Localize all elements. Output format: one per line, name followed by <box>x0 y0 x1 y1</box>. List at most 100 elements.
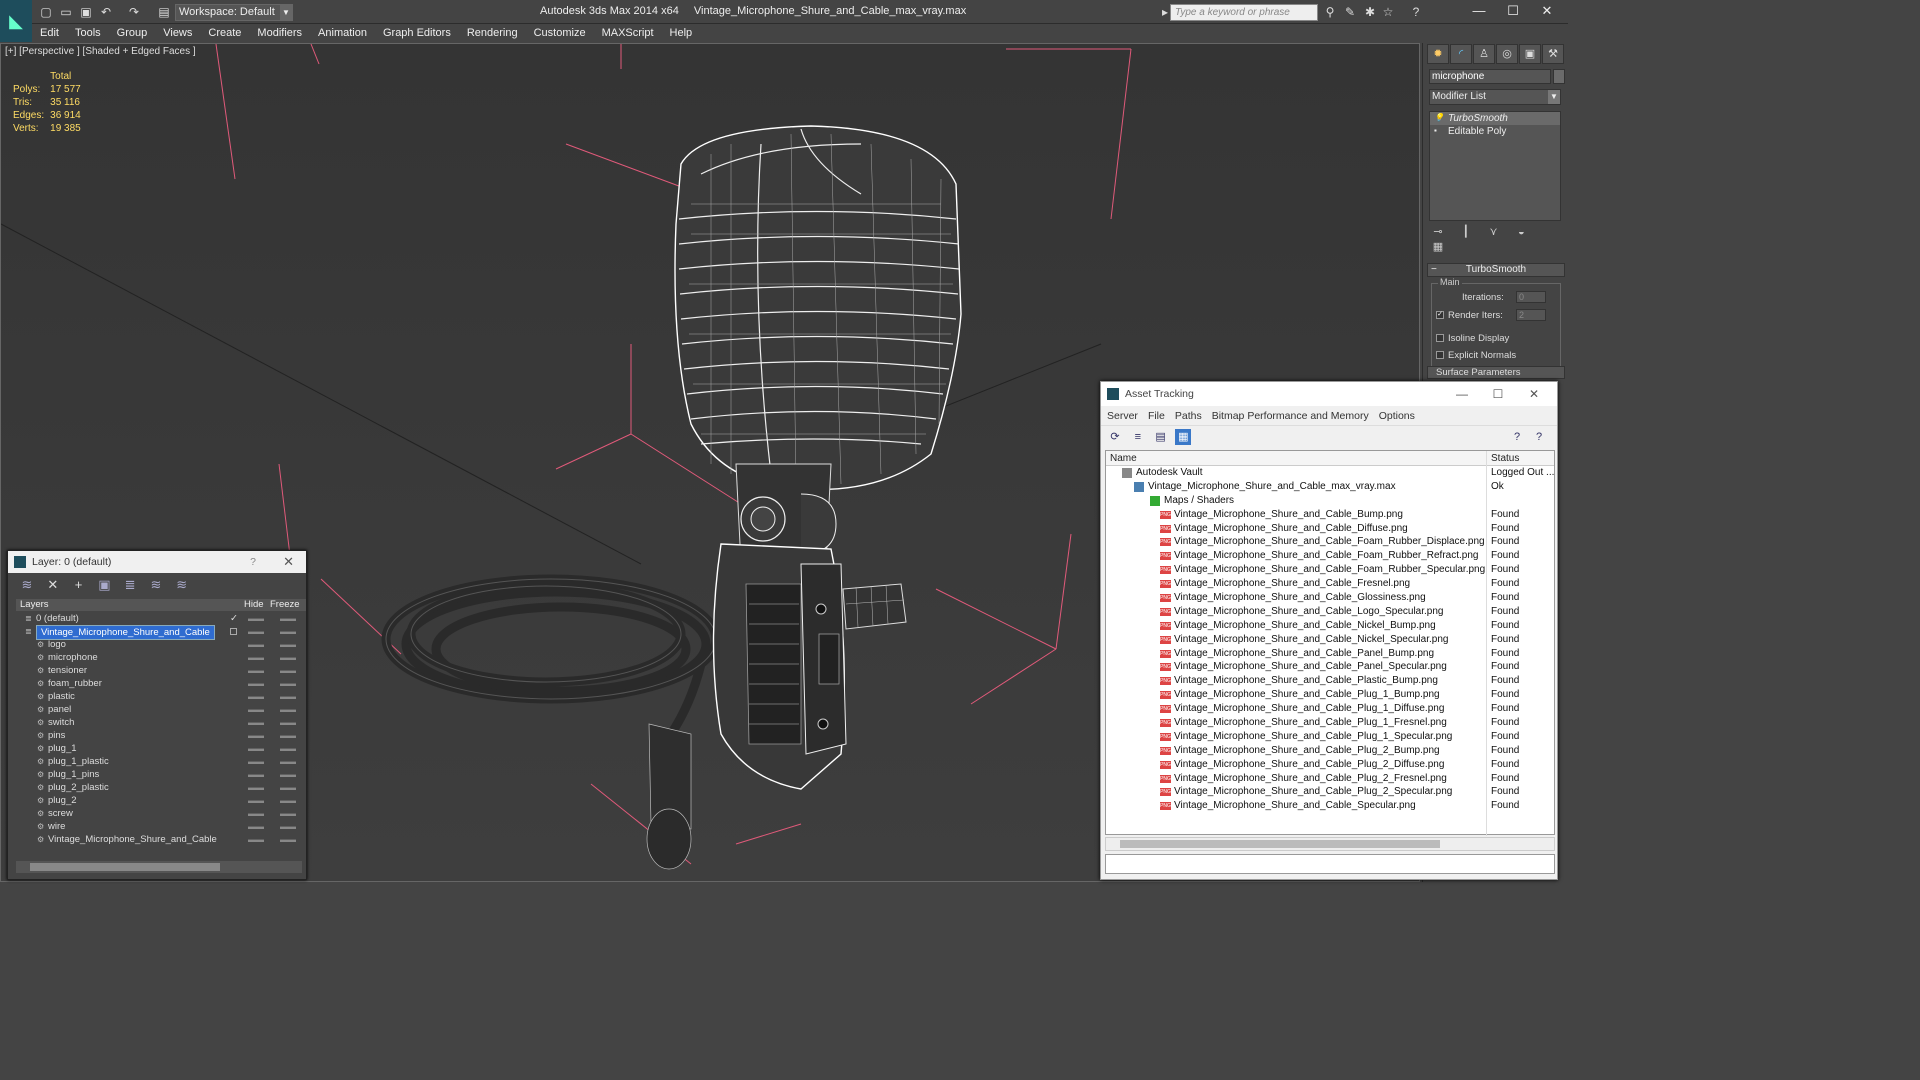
layer-row-name[interactable]: plug_2_plastic <box>48 781 109 794</box>
add-selection-icon[interactable]: ▣ <box>95 577 113 593</box>
layer-row[interactable]: ⚙ plastic ▬▬ ▬▬ <box>16 690 306 703</box>
asset-row[interactable]: Vintage_Microphone_Shure_and_Cable_max_v… <box>1106 480 1554 494</box>
modifier-list-dropdown[interactable]: Modifier List ▼ <box>1429 89 1561 105</box>
layer-row[interactable]: ⚙ logo ▬▬ ▬▬ <box>16 638 306 651</box>
asset-row[interactable]: PNG Vintage_Microphone_Shure_and_Cable_Pl… <box>1106 744 1554 758</box>
asset-row[interactable]: PNG Vintage_Microphone_Shure_and_Cable_Fo… <box>1106 549 1554 563</box>
asset-row[interactable]: PNG Vintage_Microphone_Shure_and_Cable_Pl… <box>1106 674 1554 688</box>
hide-toggle-icon[interactable]: ▬▬ <box>248 742 264 755</box>
show-end-result-icon[interactable]: ┃ <box>1457 225 1475 239</box>
menu-maxscript[interactable]: MAXScript <box>594 25 662 41</box>
hide-toggle-icon[interactable]: ▬▬ <box>248 716 264 729</box>
layer-row[interactable]: ⚙ pins ▬▬ ▬▬ <box>16 729 306 742</box>
remove-modifier-icon[interactable]: ◒ <box>1512 226 1530 240</box>
hide-column-header[interactable]: Hide <box>244 599 264 611</box>
layer-row[interactable]: ≣ Vintage_Microphone_Shure_and_Cable ▬▬ ▬▬ <box>16 625 306 640</box>
menu-create[interactable]: Create <box>200 25 249 41</box>
motion-tab-icon[interactable]: ◎ <box>1496 44 1518 64</box>
layer-row-name[interactable]: screw <box>48 807 73 820</box>
modify-tab-icon[interactable]: ◜ <box>1450 44 1472 64</box>
asset-row[interactable]: PNG Vintage_Microphone_Shure_and_Cable_Pl… <box>1106 785 1554 799</box>
asset-row[interactable]: PNG Vintage_Microphone_Shure_and_Cable_Fo… <box>1106 563 1554 577</box>
layer-row[interactable]: ⚙ foam_rubber ▬▬ ▬▬ <box>16 677 306 690</box>
object-color-swatch[interactable] <box>1553 69 1565 84</box>
rollout-header[interactable]: − TurboSmooth <box>1427 263 1565 277</box>
asset-row[interactable]: PNG Vintage_Microphone_Shure_and_Cable_Pl… <box>1106 772 1554 786</box>
layer-row[interactable]: ⚙ panel ▬▬ ▬▬ <box>16 703 306 716</box>
hide-toggle-icon[interactable]: ▬▬ <box>248 664 264 677</box>
layer-row[interactable]: ⚙ plug_1 ▬▬ ▬▬ <box>16 742 306 755</box>
asset-row[interactable]: PNG Vintage_Microphone_Shure_and_Cable_Pl… <box>1106 702 1554 716</box>
name-column-header[interactable]: Name <box>1110 451 1137 466</box>
layer-row-name[interactable]: plug_1_pins <box>48 768 99 781</box>
freeze-column-header[interactable]: Freeze <box>270 599 300 611</box>
layer-row-name[interactable]: 0 (default) <box>36 612 79 625</box>
menu-group[interactable]: Group <box>109 25 156 41</box>
help-icon[interactable]: ? <box>1408 4 1424 20</box>
asset-row[interactable]: PNG Vintage_Microphone_Shure_and_Cable_Pl… <box>1106 716 1554 730</box>
layer-row[interactable]: ⚙ wire ▬▬ ▬▬ <box>16 820 306 833</box>
hide-toggle-icon[interactable]: ▬▬ <box>248 625 264 638</box>
configure-sets-icon[interactable]: ▦ <box>1429 240 1447 254</box>
freeze-toggle-icon[interactable]: ▬▬ <box>280 690 296 703</box>
freeze-toggle-icon[interactable]: ▬▬ <box>280 651 296 664</box>
layer-row-name[interactable]: foam_rubber <box>48 677 102 690</box>
freeze-toggle-icon[interactable]: ▬▬ <box>280 781 296 794</box>
asset-row[interactable]: PNG Vintage_Microphone_Shure_and_Cable_Pa… <box>1106 660 1554 674</box>
maximize-button[interactable]: ☐ <box>1483 382 1513 406</box>
menu-graph-editors[interactable]: Graph Editors <box>375 25 459 41</box>
object-name-field[interactable]: microphone <box>1429 69 1551 84</box>
hide-toggle-icon[interactable]: ▬▬ <box>248 677 264 690</box>
bulb-icon[interactable]: 💡 <box>1434 114 1444 122</box>
new-layer-icon[interactable]: + <box>70 577 88 593</box>
stack-item-turbosmooth[interactable]: 💡 TurboSmooth <box>1430 112 1560 125</box>
freeze-toggle-icon[interactable]: ▬▬ <box>280 794 296 807</box>
new-file-icon[interactable]: ▢ <box>38 4 54 20</box>
asset-row[interactable]: PNG Vintage_Microphone_Shure_and_Cable_Pl… <box>1106 688 1554 702</box>
menu-edit[interactable]: Edit <box>32 25 67 41</box>
menu-views[interactable]: Views <box>155 25 200 41</box>
highlight-layer-icon[interactable]: ≋ <box>147 577 165 593</box>
scrollbar-thumb[interactable] <box>30 863 220 871</box>
hide-toggle-icon[interactable]: ▬▬ <box>248 703 264 716</box>
menu-animation[interactable]: Animation <box>310 25 375 41</box>
freeze-toggle-icon[interactable]: ▬▬ <box>280 664 296 677</box>
layer-row[interactable]: ⚙ screw ▬▬ ▬▬ <box>16 807 306 820</box>
asset-row[interactable]: PNG Vintage_Microphone_Shure_and_Cable_Di… <box>1106 522 1554 536</box>
isoline-checkbox[interactable] <box>1436 334 1444 343</box>
hide-toggle-icon[interactable]: ▬▬ <box>248 794 264 807</box>
freeze-toggle-icon[interactable]: ▬▬ <box>280 833 296 846</box>
save-file-icon[interactable]: ▣ <box>78 4 94 20</box>
search-input[interactable]: Type a keyword or phrase <box>1170 4 1318 21</box>
freeze-toggle-icon[interactable]: ▬▬ <box>280 638 296 651</box>
close-button[interactable]: ✕ <box>1519 382 1549 406</box>
hide-toggle-icon[interactable]: ▬▬ <box>248 638 264 651</box>
layer-row-name[interactable]: wire <box>48 820 65 833</box>
display-tab-icon[interactable]: ▣ <box>1519 44 1541 64</box>
asset-row[interactable]: PNG Vintage_Microphone_Shure_and_Cable_Fo… <box>1106 535 1554 549</box>
subscription-icon[interactable]: ✎ <box>1342 4 1358 20</box>
workspace-dropdown[interactable]: Workspace: Default ▼ <box>175 4 293 21</box>
freeze-toggle-icon[interactable]: ▬▬ <box>280 625 296 638</box>
help-button[interactable]: ? <box>250 551 256 573</box>
binoculars-icon[interactable]: ⚲ <box>1322 4 1338 20</box>
horizontal-scrollbar[interactable] <box>1105 837 1555 851</box>
minimize-button[interactable]: — <box>1464 2 1494 20</box>
asset-row[interactable]: PNG Vintage_Microphone_Shure_and_Cable_Pa… <box>1106 647 1554 661</box>
layers-column-header[interactable]: Layers <box>20 599 49 611</box>
hide-toggle-icon[interactable]: ▬▬ <box>248 833 264 846</box>
layer-row[interactable]: ⚙ switch ▬▬ ▬▬ <box>16 716 306 729</box>
app-logo[interactable]: ◣ <box>0 0 32 42</box>
freeze-toggle-icon[interactable]: ▬▬ <box>280 677 296 690</box>
create-tab-icon[interactable]: ✹ <box>1427 44 1449 64</box>
hide-toggle-icon[interactable]: ▬▬ <box>248 781 264 794</box>
layer-row-name[interactable]: tensioner <box>48 664 87 677</box>
freeze-toggle-icon[interactable]: ▬▬ <box>280 729 296 742</box>
undo-icon[interactable]: ↶ <box>98 4 114 20</box>
freeze-toggle-icon[interactable]: ▬▬ <box>280 716 296 729</box>
freeze-toggle-icon[interactable]: ▬▬ <box>280 742 296 755</box>
layer-manager-icon[interactable]: ≋ <box>18 577 36 593</box>
layer-row-name[interactable]: plastic <box>48 690 75 703</box>
asset-window-titlebar[interactable]: Asset Tracking — ☐ ✕ <box>1101 382 1557 406</box>
viewport-label[interactable]: [+] [Perspective ] [Shaded + Edged Faces… <box>5 46 196 57</box>
